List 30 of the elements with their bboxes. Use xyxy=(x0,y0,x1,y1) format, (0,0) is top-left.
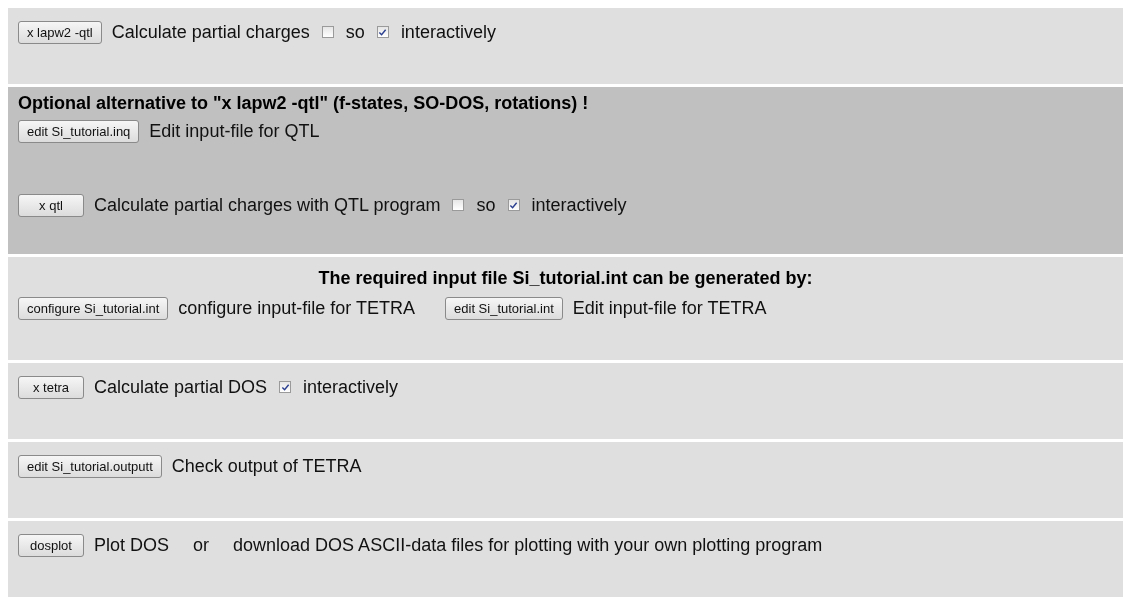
checkbox-label: interactively xyxy=(303,376,399,398)
description-text: Calculate partial DOS xyxy=(94,376,268,398)
description-text: Edit input-file for TETRA xyxy=(572,297,767,319)
checkbox[interactable] xyxy=(376,26,389,38)
description-text: download DOS ASCII-data files for plotting with your own plotting program xyxy=(233,534,823,556)
checkbox[interactable] xyxy=(279,381,292,393)
checkbox-label: interactively xyxy=(531,194,627,216)
action-button[interactable]: x qtl xyxy=(18,193,84,217)
action-button[interactable]: dosplot xyxy=(18,533,84,557)
action-button[interactable]: edit Si_tutorial.int xyxy=(445,296,563,320)
description-text: Calculate partial charges with QTL program xyxy=(94,194,441,216)
action-button[interactable]: edit Si_tutorial.outputt xyxy=(18,454,162,478)
action-button[interactable]: x lapw2 -qtl xyxy=(18,20,102,44)
description-text: Check output of TETRA xyxy=(171,455,362,477)
checkbox[interactable] xyxy=(321,26,334,38)
section-heading: Optional alternative to "x lapw2 -qtl" (f-states, SO-DOS, rotations) ! xyxy=(18,93,590,114)
description-text: configure input-file for TETRA xyxy=(178,297,416,319)
checkbox[interactable] xyxy=(507,199,520,211)
description-text: or xyxy=(193,534,210,556)
section-heading: The required input file Si_tutorial.int can be generated by: xyxy=(317,268,814,289)
description-text: Calculate partial charges xyxy=(111,21,310,43)
checkbox-label: so xyxy=(345,21,365,43)
checkbox[interactable] xyxy=(452,199,465,211)
action-button[interactable]: configure Si_tutorial.int xyxy=(18,296,169,320)
checkbox-label: interactively xyxy=(400,21,496,43)
description-text: Edit input-file for QTL xyxy=(149,120,320,142)
description-text: Plot DOS xyxy=(94,534,170,556)
action-button[interactable]: x tetra xyxy=(18,375,84,399)
action-button[interactable]: edit Si_tutorial.inq xyxy=(18,119,140,143)
checkbox-label: so xyxy=(476,194,496,216)
